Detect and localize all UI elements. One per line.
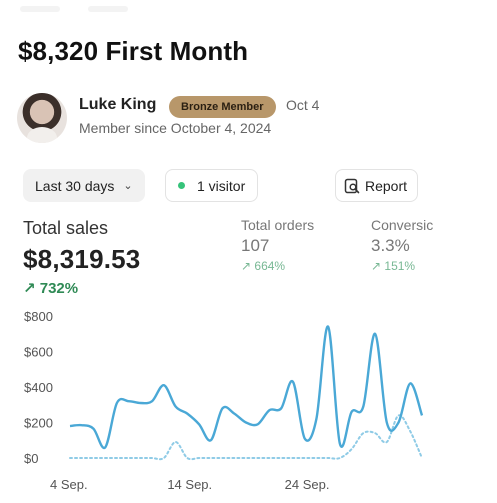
sales-data-point[interactable] [195,420,203,428]
y-tick-label: $200 [24,416,53,431]
sales-data-point[interactable] [254,420,262,428]
profile-date: Oct 4 [286,97,320,113]
trend-up-icon: ↗ [23,280,36,297]
sales-data-point[interactable] [125,397,133,405]
sales-data-point[interactable] [418,411,426,419]
visitor-label: 1 visitor [197,177,246,194]
member-badge: Bronze Member [169,96,276,118]
date-range-label: Last 30 days [35,177,115,194]
y-tick-label: $800 [24,309,53,324]
report-label: Report [365,177,408,194]
sales-data-point[interactable] [136,399,144,407]
sales-data-point[interactable] [219,404,227,412]
sales-data-point[interactable] [160,381,168,389]
trend-up-icon: ↗ [241,259,252,273]
sales-data-point[interactable] [230,410,238,418]
sales-data-point[interactable] [183,410,191,418]
sales-data-point[interactable] [359,403,367,411]
conversion-change: ↗ 151% [371,259,415,273]
sales-data-point[interactable] [242,419,250,427]
sales-data-point[interactable] [348,408,356,416]
y-tick-label: $400 [24,380,53,395]
sales-data-point[interactable] [395,419,403,427]
page-title: $8,320 First Month [18,36,249,66]
visitor-button[interactable]: 1 visitor [165,169,259,202]
sales-data-point[interactable] [312,415,320,423]
sales-data-point[interactable] [336,440,344,448]
sales-line-chart: $0 $200 $400 $600 $800 4 Sep. 14 Sep. 24 Sep. [24,309,426,492]
chevron-down-icon: ⌄ [123,180,133,192]
sales-data-point[interactable] [289,378,297,386]
top-bar-remnant [20,6,128,12]
x-tick-label: 24 Sep. [285,477,330,492]
conversion-value: 3.3% [371,236,410,255]
total-orders-change-value: 664% [254,259,286,273]
sales-data-point[interactable] [301,434,309,442]
sales-data-point[interactable] [324,323,332,331]
sales-series-line [69,325,424,450]
report-button[interactable]: Report [335,169,419,202]
member-since: Member since October 4, 2024 [79,120,272,136]
live-dot-icon [178,182,185,189]
sales-data-point[interactable] [66,422,74,430]
total-orders-change: ↗ 664% [241,259,285,273]
total-orders-label: Total orders [241,217,315,233]
sales-data-point[interactable] [101,443,109,451]
total-sales-change: ↗ 732% [23,279,78,297]
sales-data-point[interactable] [172,403,180,411]
y-tick-label: $0 [24,451,38,466]
x-tick-label: 14 Sep. [167,477,212,492]
sales-data-point[interactable] [371,330,379,338]
total-sales-change-value: 732% [39,280,79,297]
sales-data-point[interactable] [277,404,285,412]
sales-data-point[interactable] [265,406,273,414]
trend-up-icon: ↗ [371,259,382,273]
y-tick-label: $600 [24,345,53,360]
total-sales-value: $8,319.53 [23,244,141,274]
date-range-button[interactable]: Last 30 days ⌄ [23,169,145,202]
profile-name: Luke King [79,96,157,113]
profile-header: Luke King Bronze Member Oct 4 Member sin… [17,93,477,149]
sales-data-point[interactable] [148,397,156,405]
sales-data-point[interactable] [113,399,121,407]
total-orders-value: 107 [241,236,270,255]
conversion-label: Conversic [371,217,434,233]
avatar[interactable] [17,93,67,143]
sales-data-point[interactable] [89,425,97,433]
toolbar: Last 30 days ⌄ 1 visitor Report [23,169,483,205]
report-icon [344,178,360,193]
sales-data-point[interactable] [406,379,414,387]
total-sales-label: Total sales [23,218,109,238]
sales-data-point[interactable] [78,421,86,429]
conversion-change-value: 151% [384,259,416,273]
sales-data-point[interactable] [383,419,391,427]
sales-data-point[interactable] [207,436,215,444]
x-tick-label: 4 Sep. [50,477,88,492]
